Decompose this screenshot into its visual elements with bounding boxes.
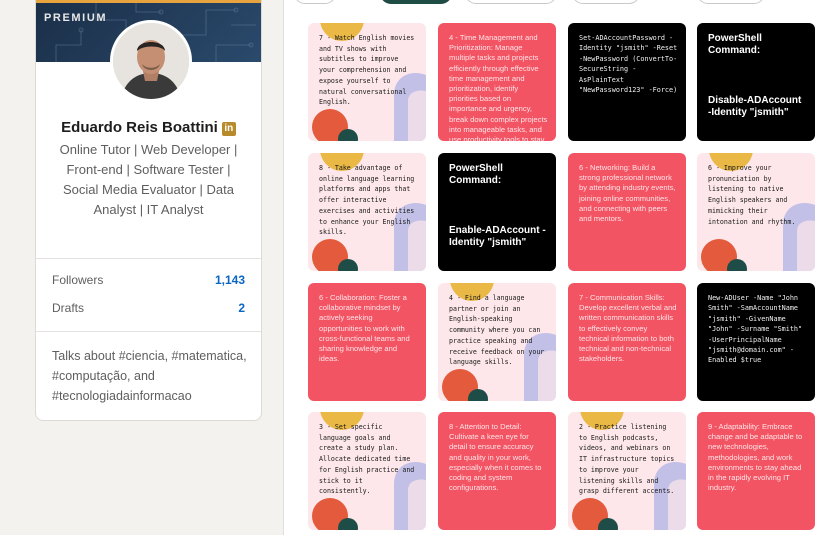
post-tile-text: 4 - Find a language partner or join an E…	[449, 294, 545, 367]
talks-about: Talks about #ciencia, #matematica, #comp…	[52, 349, 247, 403]
filter-pill[interactable]	[294, 0, 336, 4]
post-tile[interactable]: PowerShell Command: Disable-ADAccount -Id…	[697, 23, 815, 141]
divider	[36, 258, 261, 259]
followers-label: Followers	[52, 273, 104, 287]
powershell-command: Disable-ADAccount -Identity "jsmith"	[708, 95, 802, 118]
post-tile[interactable]: 4 - Time Management and Prioritization: …	[438, 23, 556, 141]
powershell-title: PowerShell Command:	[449, 163, 503, 186]
powershell-command: Enable-ADAccount -Identity "jsmith"	[449, 225, 546, 248]
post-tile[interactable]: PowerShell Command: Enable-ADAccount -Ide…	[438, 153, 556, 271]
post-tile[interactable]: 6 - Improve your pronunciation by listen…	[697, 153, 815, 271]
filter-pill[interactable]	[572, 0, 640, 4]
post-tile[interactable]: 6 - Networking: Build a strong professio…	[568, 153, 686, 271]
post-tile[interactable]: 4 - Find a language partner or join an E…	[438, 283, 556, 401]
post-tile[interactable]: 2 - Practice listening to English podcas…	[568, 412, 686, 530]
followers-stat[interactable]: Followers 1,143	[52, 273, 245, 287]
post-tile[interactable]: 6 - Collaboration: Foster a collaborativ…	[308, 283, 426, 401]
post-tile[interactable]: 3 - Set specific language goals and crea…	[308, 412, 426, 530]
post-tile[interactable]: 7 - Communication Skills: Develop excell…	[568, 283, 686, 401]
post-tile-text: 6 - Networking: Build a strong professio…	[579, 163, 676, 224]
filter-pill[interactable]	[697, 0, 765, 4]
post-tile[interactable]: Set-ADAccountPassword -Identity "jsmith"…	[568, 23, 686, 141]
post-tile-text: 8 - Take advantage of online language le…	[319, 164, 415, 237]
post-tile[interactable]: 7 - Watch English movies and TV shows wi…	[308, 23, 426, 141]
post-tile-text: 3 - Set specific language goals and crea…	[319, 423, 415, 496]
post-tile[interactable]: 9 - Adaptability: Embrace change and be …	[697, 412, 815, 530]
drafts-label: Drafts	[52, 301, 85, 315]
post-tile-text: 6 - Improve your pronunciation by listen…	[708, 164, 796, 226]
premium-accent-bar	[36, 0, 261, 3]
followers-count[interactable]: 1,143	[215, 273, 245, 287]
post-tile-text: 6 - Collaboration: Foster a collaborativ…	[319, 293, 410, 364]
premium-label: PREMIUM	[44, 12, 108, 24]
profile-card: PREMIUM Eduardo Reis Boattini in Online T…	[35, 0, 262, 421]
drafts-stat[interactable]: Drafts 2	[52, 301, 245, 315]
divider	[36, 331, 261, 332]
profile-headline: Online Tutor | Web Developer | Front-end…	[59, 142, 238, 217]
profile-avatar[interactable]	[110, 20, 192, 102]
content-panel: 7 - Watch English movies and TV shows wi…	[283, 0, 828, 535]
post-tile-text: 7 - Communication Skills: Develop excell…	[579, 293, 677, 364]
drafts-count[interactable]: 2	[238, 301, 245, 315]
filter-pill[interactable]	[465, 0, 557, 4]
post-tile[interactable]: 8 - Take advantage of online language le…	[308, 153, 426, 271]
post-tile-text: 9 - Adaptability: Embrace change and be …	[708, 422, 803, 493]
post-tile-text: Set-ADAccountPassword -Identity "jsmith"…	[579, 34, 678, 95]
post-tile-text: New-ADUser -Name "John Smith" -SamAccoun…	[708, 294, 803, 365]
profile-name[interactable]: Eduardo Reis Boattini in	[36, 119, 261, 136]
profile-name-text[interactable]: Eduardo Reis Boattini	[61, 119, 218, 136]
post-tile-text: 8 - Attention to Detail: Cultivate a kee…	[449, 422, 542, 493]
post-tile[interactable]: 8 - Attention to Detail: Cultivate a kee…	[438, 412, 556, 530]
post-tile-text: 4 - Time Management and Prioritization: …	[449, 33, 548, 141]
powershell-title: PowerShell Command:	[708, 33, 762, 56]
filter-pill-active[interactable]	[380, 0, 452, 4]
post-tile-text: 7 - Watch English movies and TV shows wi…	[319, 34, 415, 107]
linkedin-premium-icon: in	[221, 122, 236, 136]
post-tile-text: 2 - Practice listening to English podcas…	[579, 423, 675, 496]
post-tile[interactable]: New-ADUser -Name "John Smith" -SamAccoun…	[697, 283, 815, 401]
